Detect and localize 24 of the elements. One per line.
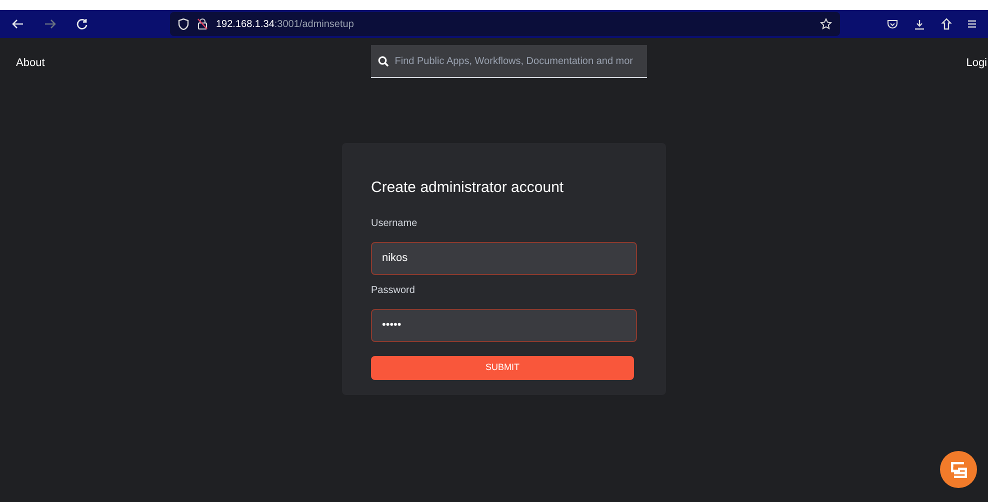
download-icon[interactable] [914,18,925,30]
pocket-icon[interactable] [887,18,898,30]
field-label: Password [371,284,416,298]
insecure-lock-icon [197,18,208,30]
shield-icon [178,18,189,30]
form-title: Create administrator account [371,178,565,198]
chat-button[interactable] [940,451,977,488]
search-field[interactable]: Find Public Apps, Workflows, Documentation and mor [370,45,647,78]
url-host: 192.168.1.34 [216,18,274,32]
star-icon[interactable] [820,18,832,30]
search-icon [378,56,389,67]
menu-icon[interactable] [968,19,976,29]
reload-icon[interactable] [76,18,88,30]
field-label: Username [371,216,418,230]
logo-icon [950,462,966,478]
forward-icon[interactable] [44,18,56,30]
address-bar[interactable]: 192.168.1.34:3001/adminsetup [170,12,840,36]
url-path: :3001/adminsetup [274,18,354,32]
login-link[interactable]: Logi [966,55,987,72]
input-field[interactable]: nikos [371,242,637,274]
input-field[interactable]: ••••• [371,308,637,342]
back-icon[interactable] [12,18,24,30]
about-link[interactable]: About [16,55,45,72]
extensions-icon[interactable] [941,18,952,30]
